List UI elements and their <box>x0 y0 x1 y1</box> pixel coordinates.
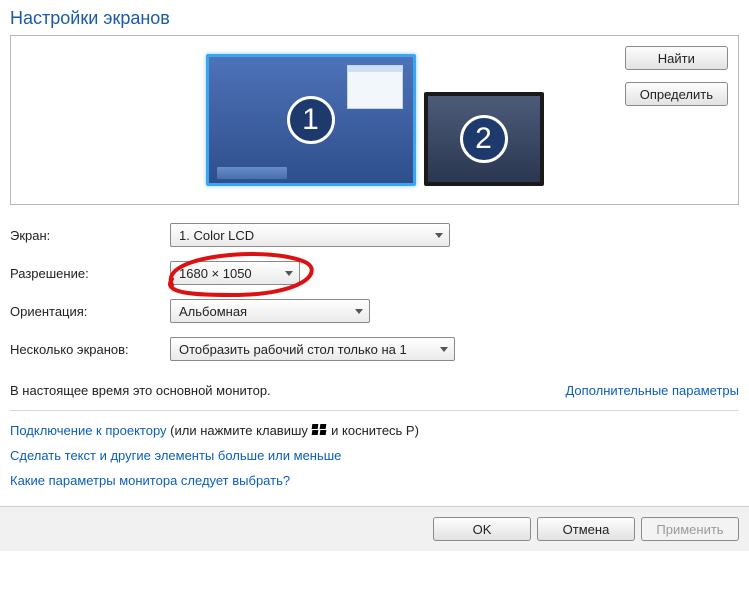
display-2-number: 2 <box>460 115 508 163</box>
apply-button[interactable]: Применить <box>641 517 739 541</box>
multiple-displays-select-value: Отобразить рабочий стол только на 1 <box>179 342 407 357</box>
text-size-link[interactable]: Сделать текст и другие элементы больше и… <box>10 448 341 463</box>
resolution-select[interactable]: 1680 × 1050 <box>170 261 300 285</box>
divider <box>10 410 739 411</box>
identify-button[interactable]: Определить <box>625 82 728 106</box>
chevron-down-icon <box>440 347 448 352</box>
multiple-displays-select[interactable]: Отобразить рабочий стол только на 1 <box>170 337 455 361</box>
display-2[interactable]: 2 <box>424 92 544 186</box>
display-1-preview-window <box>347 65 403 109</box>
display-1[interactable]: 1 <box>206 54 416 186</box>
advanced-settings-link[interactable]: Дополнительные параметры <box>565 383 739 398</box>
resolution-label: Разрешение: <box>10 266 170 281</box>
primary-monitor-note: В настоящее время это основной монитор. <box>10 383 271 398</box>
resolution-select-value: 1680 × 1050 <box>179 266 252 281</box>
multiple-displays-label: Несколько экранов: <box>10 342 170 357</box>
orientation-label: Ориентация: <box>10 304 170 319</box>
page-title: Настройки экранов <box>10 8 739 29</box>
chevron-down-icon <box>285 271 293 276</box>
dialog-footer: OK Отмена Применить <box>0 506 749 551</box>
find-button[interactable]: Найти <box>625 46 728 70</box>
chevron-down-icon <box>355 309 363 314</box>
cancel-button[interactable]: Отмена <box>537 517 635 541</box>
screen-label: Экран: <box>10 228 170 243</box>
orientation-select-value: Альбомная <box>179 304 247 319</box>
display-arrangement-box: Найти Определить 1 2 <box>10 35 739 205</box>
projector-hint-a: (или нажмите клавишу <box>167 423 312 438</box>
projector-hint-b: и коснитесь P) <box>328 423 419 438</box>
display-1-number: 1 <box>287 96 335 144</box>
chevron-down-icon <box>435 233 443 238</box>
ok-button[interactable]: OK <box>433 517 531 541</box>
orientation-select[interactable]: Альбомная <box>170 299 370 323</box>
which-settings-link[interactable]: Какие параметры монитора следует выбрать… <box>10 473 290 488</box>
screen-select-value: 1. Color LCD <box>179 228 254 243</box>
projector-link[interactable]: Подключение к проектору <box>10 423 167 438</box>
screen-select[interactable]: 1. Color LCD <box>170 223 450 247</box>
windows-key-icon <box>312 424 328 436</box>
